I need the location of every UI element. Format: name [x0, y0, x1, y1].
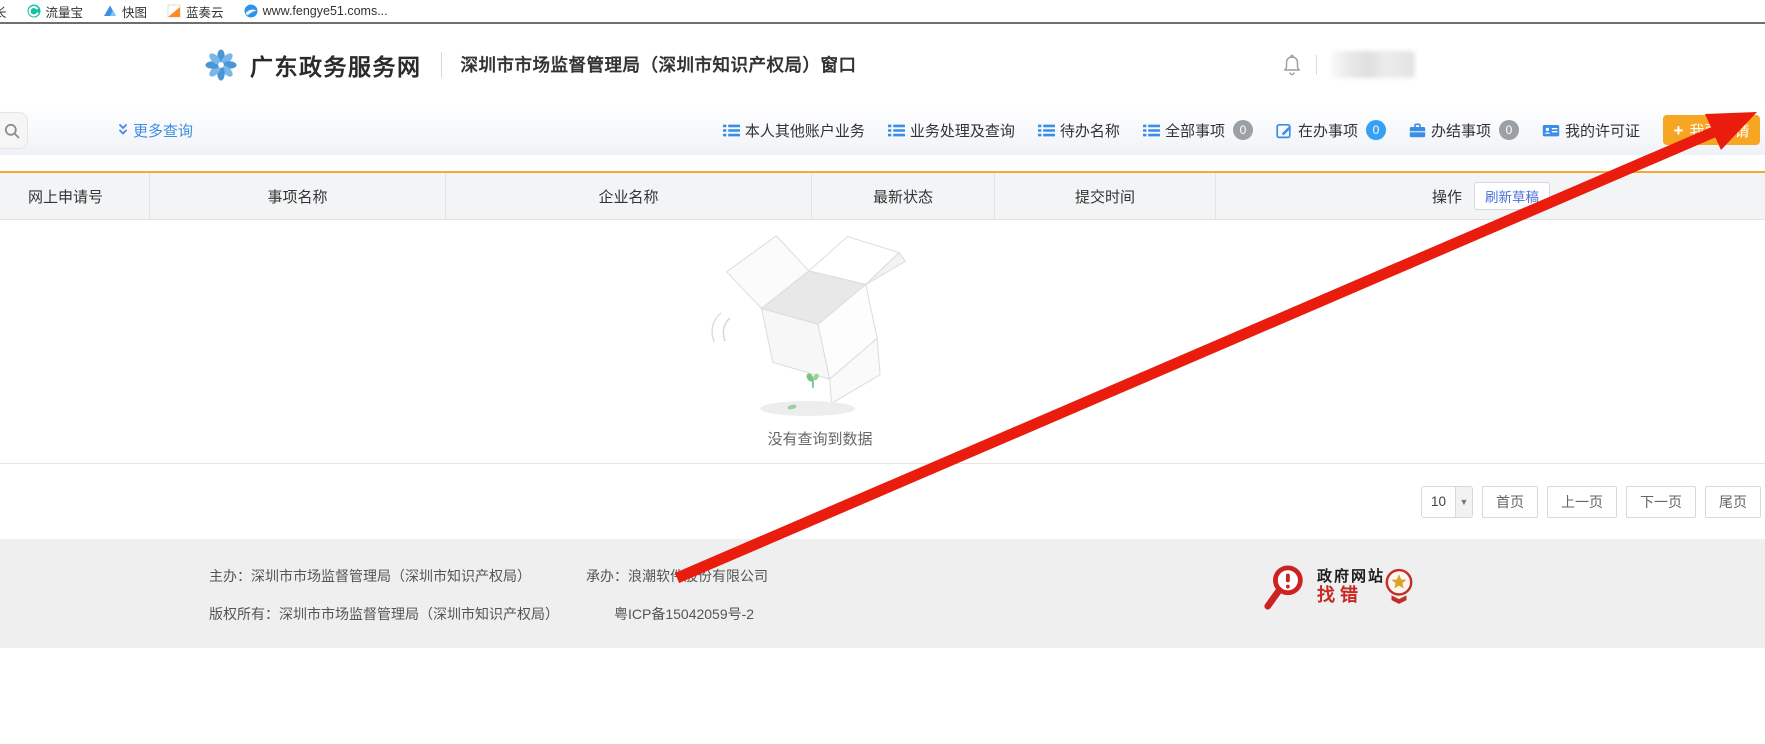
col-header-submit-time: 提交时间	[995, 173, 1216, 219]
col-header-actions: 操作 刷新草稿	[1216, 173, 1765, 219]
nav-item-in-progress-matters[interactable]: 在办事项 0	[1276, 120, 1386, 141]
nav-item-other-account-business[interactable]: 本人其他账户业务	[723, 120, 865, 141]
footer-copyright-text: 版权所有：深圳市市场监督管理局（深圳市知识产权局）	[209, 604, 559, 624]
find-error-texts: 政府网站 找错	[1317, 568, 1385, 606]
find-error-line1: 政府网站	[1317, 568, 1385, 585]
bookmark-label: 长	[0, 2, 7, 21]
footer-undertake-text: 承办：浪潮软件股份有限公司	[586, 566, 768, 586]
double-chevron-down-icon	[117, 123, 129, 137]
site-logo-link[interactable]: 广东政务服务网	[205, 48, 422, 82]
search-box-fragment[interactable]	[0, 112, 28, 149]
more-query-label: 更多查询	[133, 120, 193, 141]
bookmark-item[interactable]: www.fengye51.coms...	[244, 4, 388, 18]
more-query-link[interactable]: 更多查询	[117, 120, 193, 141]
list-icon	[888, 122, 905, 139]
notification-bell-icon[interactable]	[1282, 54, 1302, 76]
footer-row-host: 主办：深圳市市场监督管理局（深圳市知识产权局） 承办：浪潮软件股份有限公司	[209, 566, 1765, 586]
last-page-button[interactable]: 尾页	[1705, 486, 1761, 518]
user-account-blurred[interactable]	[1331, 51, 1415, 78]
bookmark-label: 流量宝	[46, 2, 84, 21]
count-badge: 0	[1233, 120, 1253, 140]
col-header-matter-name: 事项名称	[150, 173, 446, 219]
nav-item-my-licenses[interactable]: 我的许可证	[1542, 120, 1640, 141]
nav-item-label: 待办名称	[1060, 120, 1120, 141]
refresh-draft-button[interactable]: 刷新草稿	[1474, 182, 1550, 210]
function-nav-bar: 更多查询 本人其他账户业务 业务处理及查询 待办名称 全部事项 0	[0, 105, 1765, 155]
nav-item-todo-name[interactable]: 待办名称	[1038, 120, 1120, 141]
find-error-line2: 找错	[1317, 585, 1385, 606]
apply-now-label: 我要申请	[1689, 120, 1749, 141]
first-page-button[interactable]: 首页	[1482, 486, 1538, 518]
sprout-icon	[806, 372, 820, 390]
bookmark-label: www.fengye51.coms...	[263, 4, 388, 18]
orange-page-icon	[167, 4, 181, 18]
briefcase-icon	[1409, 122, 1426, 139]
gov-emblem-seal-icon[interactable]	[1384, 568, 1414, 604]
nav-item-label: 本人其他账户业务	[745, 120, 865, 141]
leaf-icon	[786, 403, 798, 411]
nav-items-group: 本人其他账户业务 业务处理及查询 待办名称 全部事项 0 在办事项	[723, 115, 1760, 145]
bookmark-item[interactable]: 长	[0, 2, 7, 21]
table-header-row: 网上申请号 事项名称 企业名称 最新状态 提交时间 操作 刷新草稿	[0, 173, 1765, 220]
page-size-value: 10	[1422, 487, 1455, 517]
bookmark-item[interactable]: 快图	[103, 2, 147, 21]
page-footer: 主办：深圳市市场监督管理局（深圳市知识产权局） 承办：浪潮软件股份有限公司 版权…	[0, 539, 1765, 648]
browser-bookmarks-bar: 长 流量宝 快图 蓝奏云 www.fengye51.coms...	[0, 0, 1765, 24]
applications-table: 网上申请号 事项名称 企业名称 最新状态 提交时间 操作 刷新草稿	[0, 171, 1765, 464]
search-icon	[4, 123, 20, 139]
list-icon	[1143, 122, 1160, 139]
nav-item-label: 我的许可证	[1565, 120, 1640, 141]
id-card-icon	[1542, 122, 1560, 139]
header-divider	[441, 52, 442, 78]
window-title: 深圳市市场监督管理局（深圳市知识产权局）窗口	[461, 52, 857, 77]
table-body-empty: 没有查询到数据	[0, 220, 1765, 464]
nav-item-label: 全部事项	[1165, 120, 1225, 141]
gov-site-find-error-badge[interactable]: 政府网站 找错	[1262, 561, 1385, 613]
list-icon	[1038, 122, 1055, 139]
nav-item-label: 业务处理及查询	[910, 120, 1015, 141]
count-badge: 0	[1366, 120, 1386, 140]
nav-item-label: 办结事项	[1431, 120, 1491, 141]
nav-item-business-process-query[interactable]: 业务处理及查询	[888, 120, 1015, 141]
col-header-latest-status: 最新状态	[812, 173, 995, 219]
actions-label: 操作	[1432, 186, 1462, 207]
plus-icon: +	[1674, 122, 1684, 139]
footer-row-copyright: 版权所有：深圳市市场监督管理局（深圳市知识产权局） 粤ICP备15042059号…	[209, 604, 1765, 624]
header-divider	[1316, 55, 1317, 75]
apply-now-button[interactable]: + 我要申请	[1663, 115, 1760, 145]
spacer	[0, 648, 1765, 742]
page-size-select[interactable]: 10 ▼	[1421, 486, 1473, 518]
empty-box-shadow	[760, 401, 855, 416]
find-error-magnifier-icon	[1262, 561, 1308, 613]
bookmark-label: 快图	[122, 2, 147, 21]
edit-icon	[1276, 122, 1293, 139]
spacer	[0, 155, 1765, 171]
pinwheel-logo-icon	[205, 49, 237, 81]
bookmark-item[interactable]: 流量宝	[27, 2, 84, 21]
col-header-application-no: 网上申请号	[0, 173, 150, 219]
page: 长 流量宝 快图 蓝奏云 www.fengye51.coms...	[0, 0, 1765, 744]
nav-item-all-matters[interactable]: 全部事项 0	[1143, 120, 1253, 141]
count-badge: 0	[1499, 120, 1519, 140]
pagination-bar: 10 ▼ 首页 上一页 下一页 尾页	[0, 464, 1765, 539]
blue-globe-icon	[244, 4, 258, 18]
header-right	[1282, 24, 1415, 105]
chevron-down-icon: ▼	[1455, 487, 1472, 517]
empty-state-text: 没有查询到数据	[710, 428, 930, 449]
next-page-button[interactable]: 下一页	[1626, 486, 1696, 518]
nav-item-label: 在办事项	[1298, 120, 1358, 141]
prev-page-button[interactable]: 上一页	[1547, 486, 1617, 518]
footer-host-text: 主办：深圳市市场监督管理局（深圳市知识产权局）	[209, 566, 531, 586]
blue-mountain-icon	[103, 4, 117, 18]
nav-item-completed-matters[interactable]: 办结事项 0	[1409, 120, 1519, 141]
list-icon	[723, 122, 740, 139]
site-header: 广东政务服务网 深圳市市场监督管理局（深圳市知识产权局）窗口	[0, 24, 1765, 105]
site-brand-name: 广东政务服务网	[250, 48, 422, 82]
footer-icp-text: 粤ICP备15042059号-2	[614, 604, 754, 624]
bookmark-label: 蓝奏云	[186, 2, 224, 21]
col-header-company-name: 企业名称	[446, 173, 812, 219]
bookmark-item[interactable]: 蓝奏云	[167, 2, 224, 21]
teal-circle-icon	[27, 4, 41, 18]
